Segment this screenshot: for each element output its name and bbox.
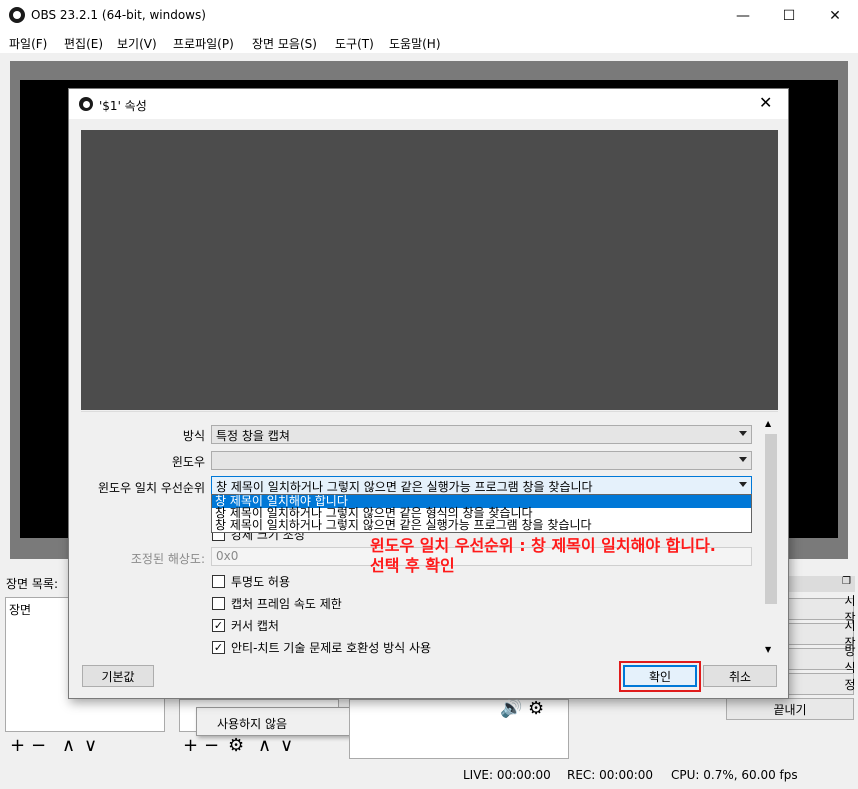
cancel-button[interactable]: 취소: [703, 665, 777, 687]
add-source-icon[interactable]: +: [183, 737, 198, 755]
move-up-icon[interactable]: ∧: [258, 737, 271, 755]
source-preview: [81, 130, 778, 410]
controls-dock-title: ❐: [789, 576, 855, 592]
cpu-stats: CPU: 0.7%, 60.00 fps: [671, 768, 798, 782]
close-icon[interactable]: ✕: [759, 93, 772, 112]
obs-logo-icon: [79, 97, 93, 111]
menu-file[interactable]: 파일(F): [9, 35, 47, 52]
checkmark-icon: ✓: [212, 641, 225, 654]
dropdown-option[interactable]: 창 제목이 일치하거나 그렇지 않으면 같은 실행가능 프로그램 창을 찾습니다: [215, 519, 592, 532]
anticheat-compat-checkbox[interactable]: ✓ 안티-치트 기술 문제로 호환성 방식 사용: [212, 639, 431, 656]
properties-dialog: '$1' 속성 ✕ 방식 특정 창을 캡쳐 윈도우 윈도우 일치 우선순위 창 …: [68, 88, 789, 699]
maximize-button[interactable]: ☐: [766, 0, 812, 31]
method-select[interactable]: 특정 창을 캡쳐: [211, 425, 752, 444]
annotation-text: 윈도우 일치 우선순위 : 창 제목이 일치해야 합니다. 선택 후 확인: [370, 536, 716, 575]
defaults-button[interactable]: 기본값: [82, 665, 154, 687]
chevron-down-icon: [739, 457, 747, 462]
ok-button[interactable]: 확인: [623, 665, 697, 687]
gear-icon[interactable]: ⚙: [228, 737, 244, 755]
dialog-title: '$1' 속성: [99, 99, 147, 113]
scrollbar-thumb[interactable]: [765, 434, 777, 604]
move-down-icon[interactable]: ∨: [280, 737, 293, 755]
live-time: LIVE: 00:00:00: [463, 768, 551, 782]
checkmark-icon: ✓: [212, 619, 225, 632]
window-label: 윈도우: [171, 455, 205, 469]
scenes-dock-title: 장면 목록:: [6, 577, 59, 591]
remove-source-icon[interactable]: −: [204, 737, 219, 755]
exit-button[interactable]: 끝내기: [726, 698, 854, 720]
chevron-down-icon: [739, 482, 747, 487]
limit-fps-checkbox[interactable]: 캡처 프레임 속도 제한: [212, 595, 342, 612]
method-label: 방식: [182, 429, 205, 443]
menu-help[interactable]: 도움말(H): [389, 35, 441, 52]
dialog-title-bar: '$1' 속성 ✕: [69, 89, 788, 119]
menu-bar: 파일(F) 편집(E) 보기(V) 프로파일(P) 장면 모음(S) 도구(T)…: [0, 31, 858, 53]
float-icon[interactable]: ❐: [842, 576, 851, 587]
window-select[interactable]: [211, 451, 752, 470]
rec-time: REC: 00:00:00: [567, 768, 654, 782]
gear-icon[interactable]: ⚙: [528, 700, 544, 718]
properties-panel: [81, 411, 778, 659]
chevron-down-icon: [739, 431, 747, 436]
title-bar: OBS 23.2.1 (64-bit, windows) — ☐ ✕: [0, 0, 858, 31]
scroll-up-icon[interactable]: ▲: [765, 419, 771, 428]
minimize-button[interactable]: —: [720, 0, 766, 31]
list-item[interactable]: 장면: [9, 601, 31, 618]
window-title: OBS 23.2.1 (64-bit, windows): [31, 8, 206, 22]
priority-label: 윈도우 일치 우선순위: [98, 481, 205, 495]
menu-edit[interactable]: 편집(E): [64, 35, 103, 52]
obs-logo-icon: [9, 7, 25, 23]
remove-scene-icon[interactable]: −: [31, 737, 46, 755]
scaled-res-label: 조정된 해상도:: [130, 552, 205, 566]
menu-profile[interactable]: 프로파일(P): [173, 35, 234, 52]
move-up-icon[interactable]: ∧: [62, 737, 75, 755]
priority-select[interactable]: 창 제목이 일치하거나 그렇지 않으면 같은 실행가능 프로그램 창을 찾습니다: [211, 476, 752, 495]
priority-dropdown-list: 창 제목이 일치해야 합니다 창 제목이 일치하거나 그렇지 않으면 같은 형식…: [211, 494, 752, 533]
status-bar: LIVE: 00:00:00 REC: 00:00:00 CPU: 0.7%, …: [0, 763, 858, 789]
menu-tools[interactable]: 도구(T): [335, 35, 374, 52]
scroll-down-icon[interactable]: ▼: [765, 645, 771, 654]
speaker-icon[interactable]: 🔊: [500, 700, 522, 718]
add-scene-icon[interactable]: +: [10, 737, 25, 755]
move-down-icon[interactable]: ∨: [84, 737, 97, 755]
close-button[interactable]: ✕: [812, 0, 858, 31]
capture-cursor-checkbox[interactable]: ✓ 커서 캡처: [212, 617, 279, 634]
context-menu-item[interactable]: 사용하지 않음: [217, 715, 287, 732]
menu-scene-collection[interactable]: 장면 모음(S): [252, 35, 317, 52]
menu-view[interactable]: 보기(V): [117, 35, 157, 52]
allow-transparency-checkbox[interactable]: 투명도 허용: [212, 573, 290, 590]
